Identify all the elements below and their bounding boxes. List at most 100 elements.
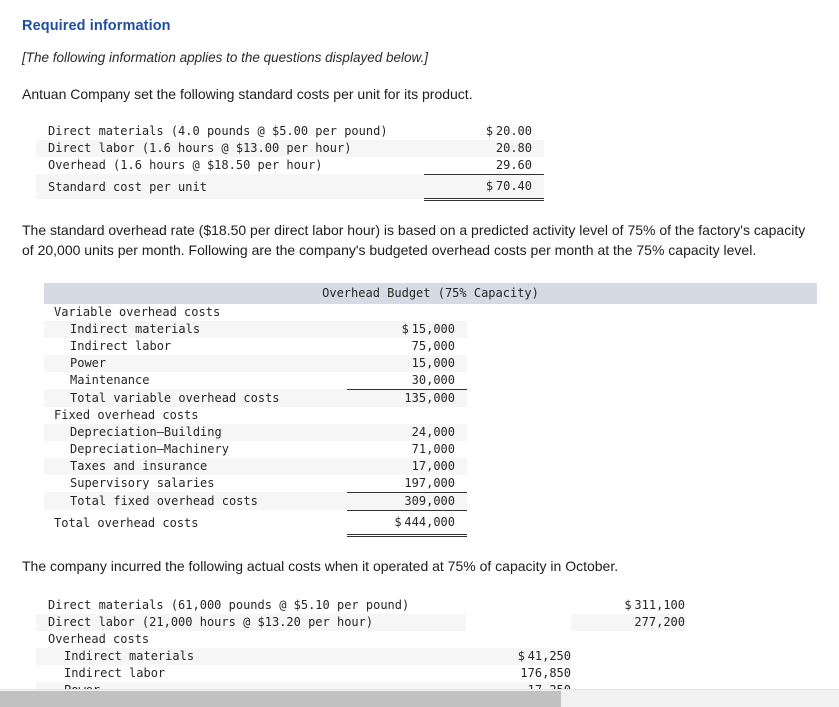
table-row-total: Total overhead costs $444,000 [44, 510, 467, 537]
value-text: 176,850 [520, 665, 571, 680]
value-text: 444,000 [404, 514, 455, 529]
row-label: Taxes and insurance [70, 458, 208, 473]
currency-symbol: $ [401, 321, 409, 336]
standard-cost-table: Direct materials (4.0 pounds @ $5.00 per… [36, 123, 544, 201]
row-spacer [571, 681, 685, 689]
value-text: 41,250 [527, 648, 571, 663]
row-value: 17,000 [347, 458, 467, 475]
row-label: Fixed overhead costs [54, 407, 199, 422]
row-label: Maintenance [70, 373, 150, 388]
value-text: 277,200 [634, 614, 685, 629]
row-label: Direct materials (4.0 pounds @ $5.00 per… [48, 123, 388, 138]
row-value: 197,000 [347, 474, 467, 493]
table-row: Direct materials (4.0 pounds @ $5.00 per… [36, 123, 544, 140]
row-spacer [466, 613, 571, 631]
value-text: 75,000 [411, 338, 455, 353]
row-value: $20.00 [424, 123, 544, 140]
row-label: Total overhead costs [54, 516, 199, 531]
row-value [571, 631, 685, 648]
row-value: $311,100 [571, 597, 685, 614]
row-label: Overhead costs [48, 631, 150, 646]
currency-symbol: $ [485, 123, 494, 138]
table-section-header: Variable overhead costs [44, 304, 467, 321]
row-label: Supervisory salaries [70, 476, 215, 491]
row-label: Direct labor (1.6 hours @ $13.00 per hou… [48, 140, 352, 155]
row-spacer [466, 596, 571, 614]
table-row: Indirect materials $15,000 [44, 320, 467, 338]
value-text: 70.40 [495, 178, 532, 193]
horizontal-scrollbar[interactable] [0, 689, 839, 707]
value-text: 309,000 [404, 493, 455, 508]
row-label: Overhead (1.6 hours @ $18.50 per hour) [48, 158, 323, 173]
actual-costs-paragraph: The company incurred the following actua… [22, 557, 619, 574]
actual-cost-table: Direct materials (61,000 pounds @ $5.10 … [36, 596, 685, 690]
row-value [347, 407, 467, 424]
overhead-budget-table-title: Overhead Budget (75% Capacity) [44, 282, 817, 304]
value-text: 24,000 [411, 424, 455, 439]
table-row: Indirect labor 75,000 [44, 338, 467, 355]
row-value: 71,000 [347, 441, 467, 458]
value-text: 17,000 [411, 458, 455, 473]
currency-symbol: $ [394, 514, 402, 529]
table-row: Maintenance 30,000 [44, 371, 467, 390]
row-label: Direct labor (21,000 hours @ $13.20 per … [48, 614, 374, 629]
row-value: 20.80 [424, 140, 544, 157]
row-value: 24,000 [347, 424, 467, 441]
row-value: 277,200 [571, 614, 685, 631]
table-row: Taxes and insurance 17,000 [44, 457, 467, 475]
value-text: 311,100 [634, 597, 685, 612]
table-row: Power 17,250 [36, 681, 685, 690]
overhead-budget-table: Variable overhead costs Indirect materia… [44, 304, 467, 537]
applies-note: [The following information applies to th… [22, 50, 428, 65]
row-value: 17,250 [466, 682, 571, 690]
row-value: 29.60 [424, 156, 544, 175]
value-text: 20.80 [495, 140, 532, 155]
row-label: Indirect labor [70, 338, 172, 353]
table-section-header: Fixed overhead costs [44, 407, 467, 424]
row-value: $444,000 [347, 510, 467, 537]
table-section-header: Overhead costs [36, 630, 685, 648]
row-value: 75,000 [347, 338, 467, 355]
row-value: $41,250 [466, 648, 571, 665]
value-text: 15,000 [411, 321, 455, 336]
scroll-content-viewport: Required information [The following info… [0, 0, 839, 689]
table-row: Depreciation—Machinery 71,000 [44, 441, 467, 458]
row-label: Total variable overhead costs [70, 390, 280, 405]
row-label: Depreciation—Building [70, 424, 222, 439]
row-value: $15,000 [347, 321, 467, 338]
row-label: Direct materials (61,000 pounds @ $5.10 … [48, 597, 410, 612]
overhead-rate-paragraph: The standard overhead rate ($18.50 per d… [22, 221, 806, 258]
value-text: 20.00 [495, 123, 532, 138]
table-row: Depreciation—Building 24,000 [44, 423, 467, 441]
horizontal-scroll-thumb[interactable] [0, 691, 561, 707]
row-label: Total fixed overhead costs [70, 494, 258, 509]
table-row-subtotal: Total fixed overhead costs 309,000 [44, 492, 467, 511]
standard-cost-table-wrapper: Direct materials (4.0 pounds @ $5.00 per… [36, 123, 817, 201]
currency-symbol: $ [485, 178, 494, 193]
table-row: Indirect materials $41,250 [36, 647, 685, 665]
overhead-budget-table-wrapper: Overhead Budget (75% Capacity) Variable … [44, 282, 817, 537]
row-value: 135,000 [347, 389, 467, 407]
table-row-total: Standard cost per unit $70.40 [36, 174, 544, 201]
table-row: Direct labor (21,000 hours @ $13.20 per … [36, 613, 685, 631]
value-text: 197,000 [404, 475, 455, 490]
row-label: Indirect labor [64, 665, 166, 680]
table-row: Direct materials (61,000 pounds @ $5.10 … [36, 596, 685, 614]
currency-symbol: $ [624, 597, 632, 612]
table-row: Indirect labor 176,850 [36, 664, 685, 682]
row-value: 15,000 [347, 355, 467, 372]
table-row: Supervisory salaries 197,000 [44, 474, 467, 493]
row-value: 309,000 [347, 492, 467, 511]
row-label: Standard cost per unit [48, 180, 207, 195]
table-row-subtotal: Total variable overhead costs 135,000 [44, 389, 467, 407]
standard-costs-intro-paragraph: Antuan Company set the following standar… [22, 86, 473, 102]
row-spacer [466, 630, 571, 648]
table-row: Power 15,000 [44, 354, 467, 372]
table-row: Overhead (1.6 hours @ $18.50 per hour) 2… [36, 156, 544, 175]
row-spacer [571, 647, 685, 665]
row-spacer [571, 664, 685, 682]
value-text: 71,000 [411, 441, 455, 456]
row-label: Power [36, 682, 466, 690]
page-title: Required information [22, 18, 171, 34]
actual-cost-table-wrapper: Direct materials (61,000 pounds @ $5.10 … [36, 596, 817, 690]
